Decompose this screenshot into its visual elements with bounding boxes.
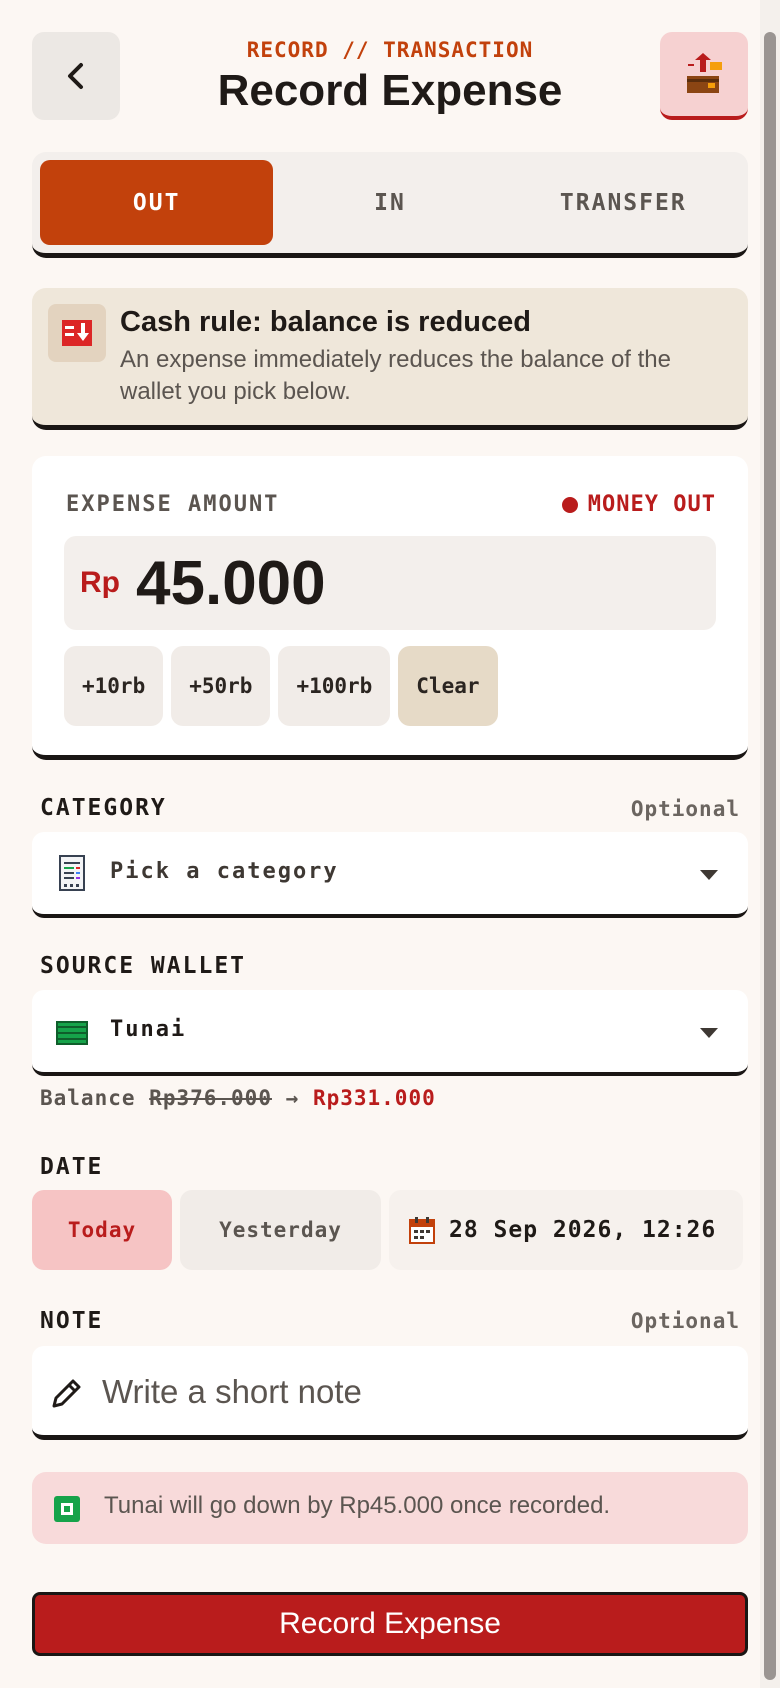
chevron-left-icon: [68, 63, 83, 89]
expense-amount-label: EXPENSE AMOUNT: [66, 492, 280, 517]
money-out-label: MONEY OUT: [587, 492, 716, 517]
quick-add-100rb-button[interactable]: +100rb: [278, 646, 391, 726]
transaction-type-tabs: OUT IN TRANSFER: [32, 152, 748, 258]
cash-rule-title: Cash rule: balance is reduced: [120, 306, 531, 338]
category-placeholder: Pick a category: [110, 859, 339, 884]
quick-add-row: +10rb +50rb +100rb Clear: [64, 646, 498, 726]
cash-rule-description: An expense immediately reduces the balan…: [120, 346, 672, 405]
clear-amount-button[interactable]: Clear: [398, 646, 498, 726]
expense-amount-card: EXPENSE AMOUNT MONEY OUT Rp 45.000 +10rb…: [32, 456, 748, 760]
quick-add-50rb-button[interactable]: +50rb: [171, 646, 271, 726]
note-field[interactable]: [32, 1346, 748, 1440]
wallet-out-icon: [687, 53, 722, 93]
amount-input[interactable]: Rp 45.000: [64, 536, 716, 630]
category-select[interactable]: Pick a category: [32, 832, 748, 918]
wallet-action-button[interactable]: [660, 32, 748, 120]
balance-hint: Tunai will go down by Rp45.000 once reco…: [32, 1472, 748, 1544]
balance-preview: Balance Rp376.000 → Rp331.000: [40, 1086, 436, 1110]
amount-value[interactable]: 45.000: [136, 548, 326, 619]
pencil-icon: [52, 1379, 81, 1408]
page-eyebrow: RECORD // TRANSACTION: [246, 38, 534, 62]
date-today-button[interactable]: Today: [32, 1190, 172, 1270]
balance-old-value: Rp376.000: [149, 1086, 272, 1110]
wallet-badge-icon: [54, 1496, 80, 1522]
date-picker[interactable]: 28 Sep 2026, 12:26: [389, 1190, 743, 1270]
cash-rule-card: Cash rule: balance is reduced An expense…: [32, 288, 748, 430]
balance-down-icon: [48, 304, 106, 362]
note-optional-label: Optional: [630, 1309, 740, 1333]
source-wallet-label: SOURCE WALLET: [40, 953, 247, 979]
cash-icon: [56, 1021, 88, 1045]
note-input[interactable]: [102, 1364, 722, 1420]
balance-label: Balance: [40, 1086, 136, 1110]
currency-label: Rp: [80, 566, 120, 599]
chevron-down-icon: [700, 870, 718, 880]
note-label: NOTE: [40, 1308, 104, 1334]
date-label: DATE: [40, 1154, 104, 1180]
tab-in[interactable]: IN: [273, 160, 506, 245]
chevron-down-icon: [700, 1028, 718, 1038]
date-yesterday-button[interactable]: Yesterday: [180, 1190, 381, 1270]
balance-hint-text: Tunai will go down by Rp45.000 once reco…: [104, 1492, 611, 1519]
balance-new-value: Rp331.000: [312, 1086, 436, 1110]
calendar-icon: [409, 1217, 435, 1244]
status-dot-icon: [561, 496, 578, 513]
back-button[interactable]: [32, 32, 120, 120]
scrollbar-thumb[interactable]: [764, 32, 776, 1680]
category-label: CATEGORY: [40, 795, 167, 821]
category-optional-label: Optional: [630, 797, 740, 821]
balance-arrow: →: [285, 1086, 300, 1110]
date-value: 28 Sep 2026, 12:26: [449, 1217, 717, 1243]
quick-add-10rb-button[interactable]: +10rb: [64, 646, 164, 726]
record-expense-button[interactable]: Record Expense: [32, 1592, 748, 1656]
money-out-badge: MONEY OUT: [561, 492, 716, 517]
source-wallet-value: Tunai: [110, 1017, 187, 1042]
tab-transfer[interactable]: TRANSFER: [507, 160, 740, 245]
source-wallet-select[interactable]: Tunai: [32, 990, 748, 1076]
tab-out[interactable]: OUT: [40, 160, 274, 245]
receipt-icon: [59, 855, 85, 891]
page-title: Record Expense: [217, 66, 563, 115]
